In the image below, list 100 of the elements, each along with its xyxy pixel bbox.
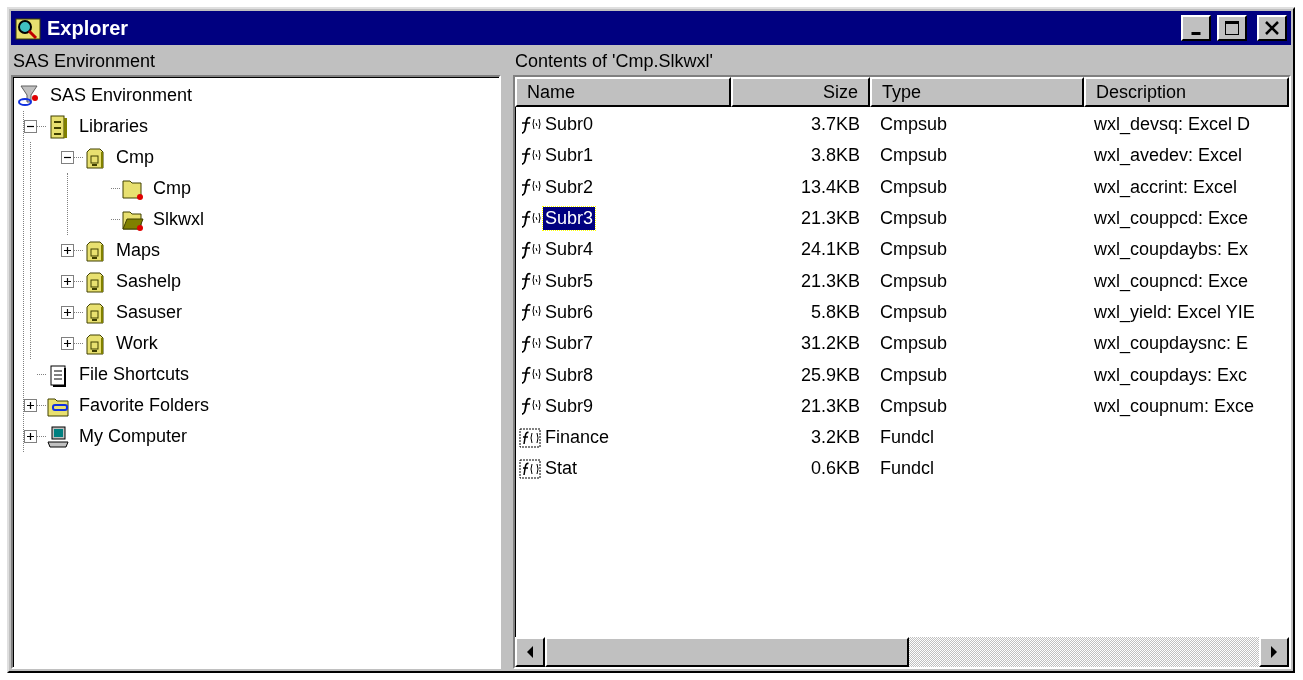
scroll-left-button[interactable] bbox=[515, 637, 545, 667]
library-drawer-icon bbox=[83, 145, 107, 170]
table-cell-text: wxl_avedev: Excel bbox=[1093, 145, 1244, 167]
expand-toggle-icon[interactable] bbox=[24, 399, 37, 412]
table-cell-text: 3.8KB bbox=[809, 145, 861, 167]
tree-item[interactable]: My Computer bbox=[79, 426, 188, 447]
function-icon bbox=[519, 177, 541, 198]
table-cell-text: Cmpsub bbox=[879, 301, 949, 323]
file-name[interactable]: Stat bbox=[543, 457, 580, 481]
table-cell-text: Cmpsub bbox=[879, 333, 949, 355]
maximize-icon bbox=[1223, 20, 1241, 36]
file-name[interactable]: Subr9 bbox=[543, 394, 596, 418]
file-name[interactable]: Subr7 bbox=[543, 332, 596, 356]
pane-title: SAS Environment bbox=[13, 50, 156, 72]
table-cell-text: Fundcl bbox=[879, 427, 936, 449]
table-cell-text: Cmpsub bbox=[879, 145, 949, 167]
file-name[interactable]: Subr1 bbox=[543, 144, 596, 168]
tree-item[interactable]: Slkwxl bbox=[153, 209, 204, 230]
tree-item[interactable]: Favorite Folders bbox=[79, 395, 210, 416]
file-name[interactable]: Subr6 bbox=[543, 300, 596, 324]
table-cell-text: Cmpsub bbox=[879, 176, 949, 198]
tree-item[interactable]: Cmp bbox=[153, 178, 191, 199]
file-name[interactable]: Finance bbox=[543, 426, 612, 450]
maximize-button[interactable] bbox=[1217, 15, 1247, 41]
table-cell-text: wxl_couppcd: Exce bbox=[1093, 208, 1250, 230]
expand-toggle-icon[interactable] bbox=[61, 275, 74, 288]
function-icon bbox=[519, 365, 541, 385]
tree-item[interactable]: File Shortcuts bbox=[79, 364, 190, 385]
pane-title: Contents of 'Cmp.Slkwxl' bbox=[515, 50, 713, 72]
table-cell-text: 24.1KB bbox=[799, 239, 861, 261]
table-cell-text: wxl_yield: Excel YIE bbox=[1093, 301, 1256, 323]
minimize-icon bbox=[1191, 31, 1201, 35]
expand-toggle-icon[interactable] bbox=[24, 430, 37, 443]
table-cell-text: Fundcl bbox=[879, 458, 936, 480]
close-button[interactable] bbox=[1257, 15, 1287, 41]
function-icon bbox=[519, 302, 541, 323]
table-cell-text: wxl_devsq: Excel D bbox=[1093, 114, 1252, 136]
library-drawer-icon bbox=[83, 269, 107, 294]
tree-item[interactable]: Libraries bbox=[79, 116, 149, 137]
column-header[interactable]: Type bbox=[870, 77, 1084, 107]
scroll-right-button[interactable] bbox=[1259, 637, 1289, 667]
environment-icon bbox=[17, 83, 41, 108]
tree-item[interactable]: SAS Environment bbox=[50, 85, 193, 106]
expand-toggle-icon[interactable] bbox=[61, 244, 74, 257]
function-icon bbox=[519, 114, 541, 135]
tree-item[interactable]: Sashelp bbox=[116, 271, 182, 292]
file-name[interactable]: Subr4 bbox=[543, 238, 596, 262]
left-arrow-icon bbox=[525, 645, 535, 659]
file-name[interactable]: Subr5 bbox=[543, 269, 596, 293]
function-icon bbox=[519, 396, 541, 417]
table-cell-text: wxl_coupdaybs: Ex bbox=[1093, 239, 1250, 261]
table-cell-text: 5.8KB bbox=[809, 301, 861, 323]
table-cell-text: Cmpsub bbox=[879, 395, 949, 417]
function-class-icon bbox=[519, 458, 541, 479]
table-cell-text: Cmpsub bbox=[879, 114, 949, 136]
table-cell-text: Cmpsub bbox=[879, 208, 949, 230]
file-name[interactable]: Subr0 bbox=[543, 113, 596, 137]
right-arrow-icon bbox=[1269, 645, 1279, 659]
horizontal-scrollbar[interactable] bbox=[515, 637, 1289, 667]
function-icon bbox=[519, 271, 541, 292]
scroll-thumb[interactable] bbox=[545, 637, 909, 667]
file-name[interactable]: Subr8 bbox=[543, 363, 596, 387]
expand-toggle-icon[interactable] bbox=[61, 337, 74, 350]
table-cell-text: 21.3KB bbox=[799, 395, 861, 417]
function-class-icon bbox=[519, 427, 541, 448]
table-cell-text: wxl_coupncd: Exce bbox=[1093, 270, 1250, 292]
function-icon bbox=[519, 208, 541, 229]
collapse-toggle-icon[interactable] bbox=[61, 151, 74, 164]
function-icon bbox=[519, 333, 541, 354]
minimize-button[interactable] bbox=[1181, 15, 1211, 41]
table-cell-text: Cmpsub bbox=[879, 270, 949, 292]
table-cell-text: Cmpsub bbox=[879, 364, 949, 386]
table-cell-text: wxl_accrint: Excel bbox=[1093, 176, 1239, 198]
window-title: Explorer bbox=[47, 16, 130, 40]
file-name[interactable]: Subr3 bbox=[543, 207, 596, 231]
table-cell-text: Cmpsub bbox=[879, 239, 949, 261]
tree-item[interactable]: Cmp bbox=[116, 147, 154, 168]
library-drawer-icon bbox=[83, 331, 107, 356]
file-name[interactable]: Subr2 bbox=[543, 175, 596, 199]
close-icon bbox=[1263, 20, 1281, 36]
table-cell-text: 3.7KB bbox=[809, 114, 861, 136]
tree-item[interactable]: Maps bbox=[116, 240, 160, 261]
table-cell-text: 21.3KB bbox=[799, 270, 861, 292]
table-cell-text: 13.4KB bbox=[799, 176, 861, 198]
library-drawer-icon bbox=[83, 238, 107, 263]
collapse-toggle-icon[interactable] bbox=[24, 120, 37, 133]
table-cell-text: 0.6KB bbox=[809, 458, 861, 480]
column-header[interactable]: Description bbox=[1084, 77, 1289, 107]
column-header[interactable]: Size bbox=[731, 77, 870, 107]
function-icon bbox=[519, 239, 541, 260]
table-cell-text: 21.3KB bbox=[799, 208, 861, 230]
table-cell-text: wxl_coupdays: Exc bbox=[1093, 364, 1249, 386]
computer-icon bbox=[46, 424, 70, 449]
function-icon bbox=[519, 145, 541, 166]
tree-item[interactable]: Work bbox=[116, 333, 158, 354]
table-cell-text: 31.2KB bbox=[799, 333, 861, 355]
tree-item[interactable]: Sasuser bbox=[116, 302, 183, 323]
magnifier-folder-icon bbox=[15, 15, 41, 41]
expand-toggle-icon[interactable] bbox=[61, 306, 74, 319]
column-header[interactable]: Name bbox=[515, 77, 731, 107]
